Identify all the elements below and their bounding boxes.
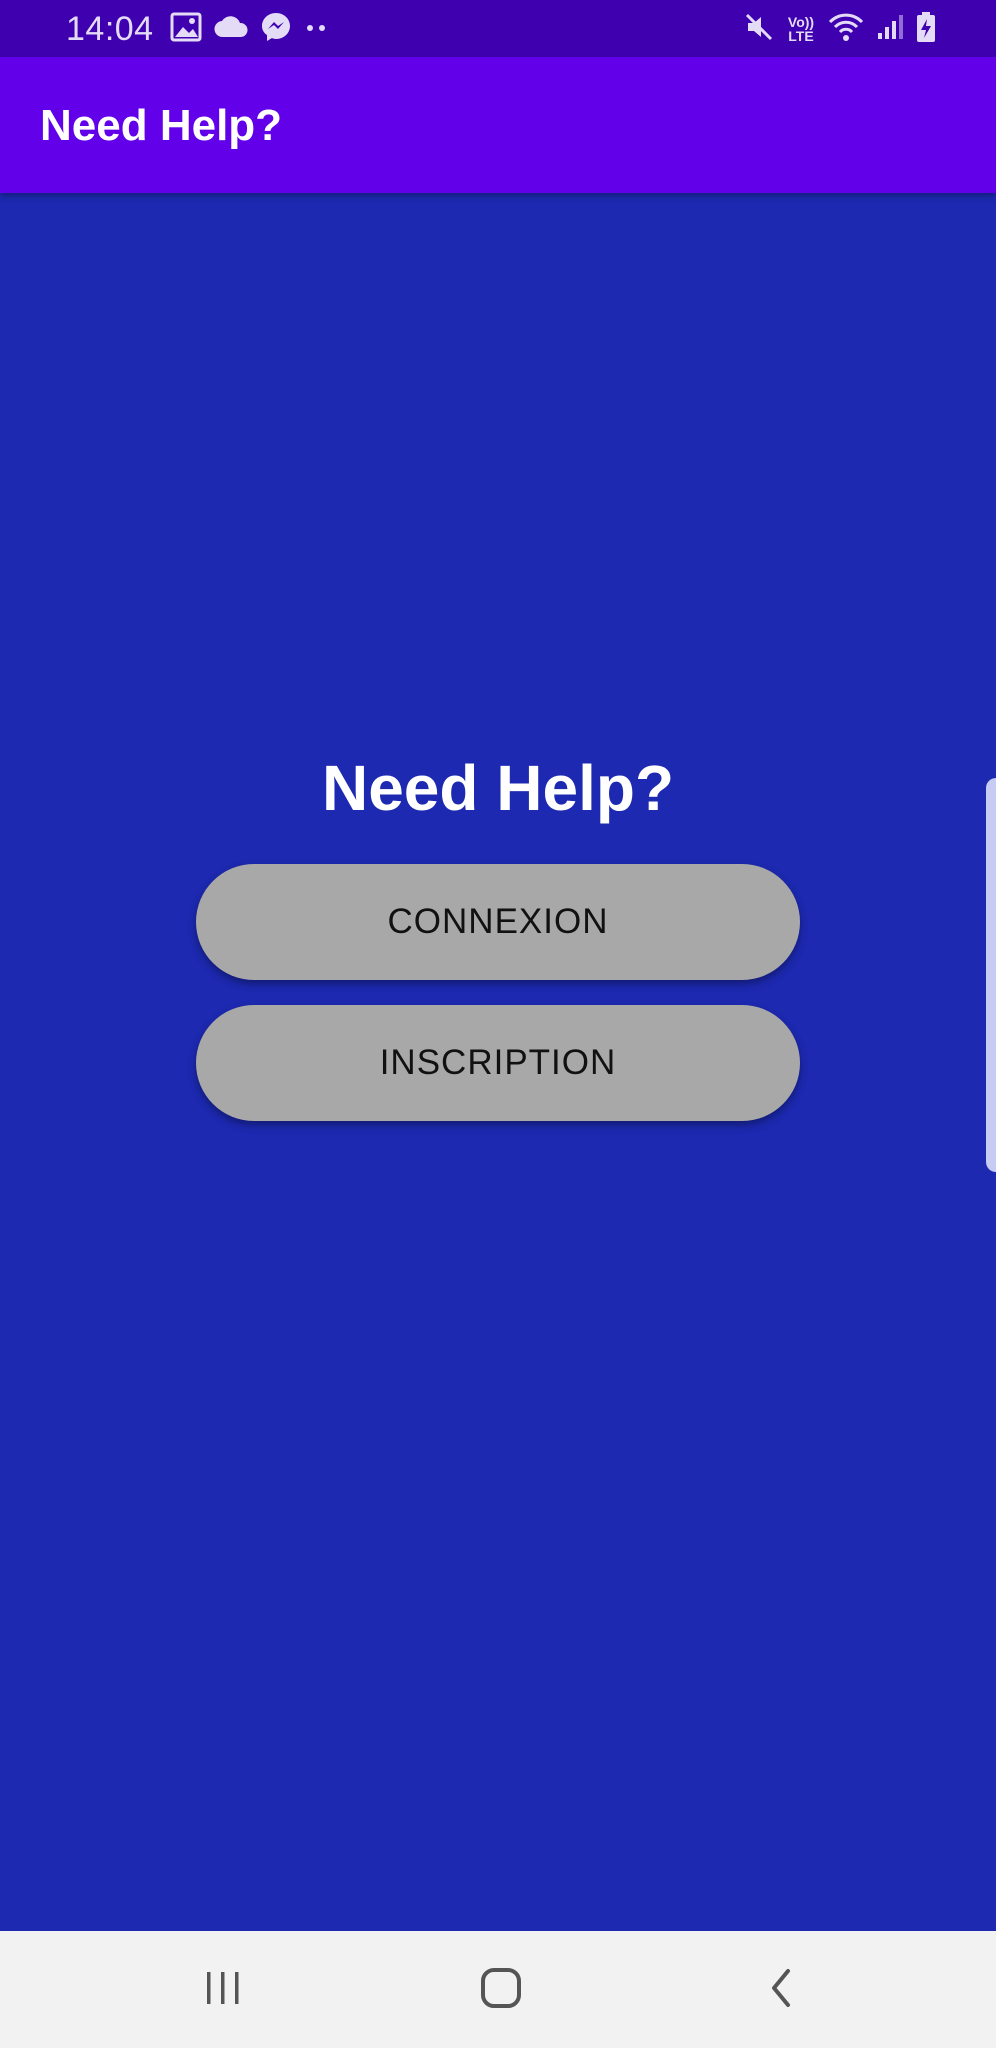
page-title: Need Help? — [321, 752, 675, 824]
app-bar: Need Help? — [0, 57, 996, 193]
status-bar: 14:04 Vo)) LTE — [0, 0, 996, 57]
edge-panel-handle[interactable] — [986, 778, 996, 1172]
back-button[interactable] — [736, 1955, 826, 2025]
mute-icon — [744, 12, 774, 47]
recents-icon — [203, 1970, 243, 2011]
status-notification-icons — [170, 12, 328, 46]
status-time: 14:04 — [66, 10, 154, 48]
navigation-bar — [0, 1931, 996, 2048]
messenger-icon — [260, 11, 292, 48]
home-icon — [480, 1967, 522, 2014]
wifi-icon — [828, 12, 864, 47]
volte-label-bottom: LTE — [788, 28, 814, 44]
connexion-button[interactable]: CONNEXION — [196, 864, 800, 980]
back-icon — [766, 1968, 796, 2013]
recents-button[interactable] — [178, 1955, 268, 2025]
more-dots-icon — [304, 20, 328, 38]
status-system-icons: Vo)) LTE — [744, 11, 936, 48]
volte-label-top: Vo)) — [787, 14, 815, 30]
inscription-button[interactable]: INSCRIPTION — [196, 1005, 800, 1121]
signal-icon — [876, 13, 904, 46]
app-bar-title: Need Help? — [40, 101, 283, 150]
volte-icon: Vo)) LTE — [786, 15, 816, 43]
battery-charging-icon — [916, 11, 936, 48]
image-icon — [170, 12, 202, 47]
home-button[interactable] — [456, 1955, 546, 2025]
cloud-icon — [214, 15, 248, 44]
